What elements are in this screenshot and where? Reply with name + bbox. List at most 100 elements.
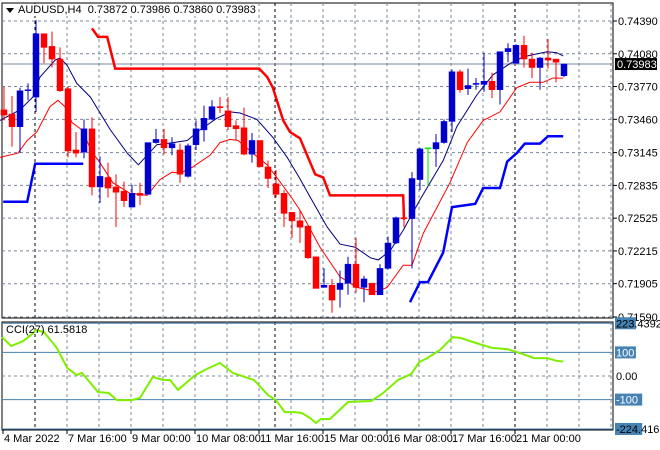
candle-body <box>304 225 312 259</box>
cci-line <box>1 328 564 425</box>
candle-body <box>120 190 128 201</box>
series-ma-lower <box>0 77 564 293</box>
time-axis-label: 4 Mar 2022 <box>4 433 60 445</box>
candle-body <box>496 51 504 90</box>
candle-body <box>104 177 112 189</box>
candle-body <box>248 140 256 155</box>
price-axis-label: 0.72215 <box>618 246 658 258</box>
time-axis-label: 10 Mar 08:00 <box>196 433 261 445</box>
candle-body <box>488 81 496 90</box>
price-axis-label: 0.73460 <box>618 114 658 126</box>
candle-body <box>416 148 424 180</box>
candle-body <box>560 63 568 77</box>
candle-body <box>152 139 160 143</box>
candle-body <box>8 113 16 127</box>
candle-body <box>256 140 264 168</box>
candle-body <box>480 81 488 85</box>
candle-body <box>320 285 328 288</box>
candle-body <box>144 142 152 195</box>
price-axis-label: 0.74390 <box>618 16 658 28</box>
candle-body <box>552 58 560 63</box>
candle-body <box>216 106 224 108</box>
time-axis-label: 9 Mar 00:00 <box>132 433 191 445</box>
dropdown-triangle-icon[interactable] <box>6 7 14 13</box>
current-price-label: 0.73983 <box>617 59 657 71</box>
candle-body <box>312 256 320 289</box>
candle-body <box>224 110 232 127</box>
candle-body <box>424 147 432 150</box>
candle-body <box>408 178 416 219</box>
candle-body <box>544 57 552 61</box>
candle-body <box>128 193 136 208</box>
time-axis-label: 21 Mar 00:00 <box>516 433 581 445</box>
candle-body <box>504 48 512 52</box>
candle-body <box>208 106 216 120</box>
candle-body <box>360 278 368 288</box>
candle-body <box>272 183 280 195</box>
ohlc-readout: 0.73872 0.73986 0.73860 0.73983 <box>87 4 256 16</box>
time-axis-label: 15 Mar 00:00 <box>324 433 389 445</box>
candle-body <box>392 217 400 244</box>
candle-body <box>200 118 208 131</box>
candle-body <box>48 46 56 60</box>
candle-body <box>0 109 8 116</box>
candle-body <box>240 127 248 155</box>
candle-body <box>440 121 448 143</box>
candle-body <box>80 128 88 153</box>
series-step-lower-a <box>3 162 84 204</box>
candle-body <box>400 217 408 219</box>
cci-label: CCI(27) 61.5818 <box>6 324 88 336</box>
candle-body <box>64 88 72 152</box>
candle-body <box>184 145 192 177</box>
candle-body <box>264 166 272 179</box>
candle-body <box>432 142 440 150</box>
candle-body <box>456 71 464 90</box>
candle-body <box>464 85 472 89</box>
candle-body <box>336 282 344 290</box>
candle-body <box>352 263 360 288</box>
series-step-upper <box>90 27 406 220</box>
candle-body <box>296 220 304 228</box>
time-axis-label: 11 Mar 16:00 <box>260 433 324 445</box>
symbol-label: AUDUSD,H4 <box>18 4 82 16</box>
candle-body <box>536 57 544 68</box>
candle-body <box>368 282 376 296</box>
price-axis-label: 0.71905 <box>618 279 658 291</box>
series-step-lower-b <box>408 134 564 303</box>
candle-body <box>528 58 536 68</box>
candle-body <box>376 268 384 296</box>
candle-body <box>232 125 240 130</box>
candle-body <box>192 128 200 145</box>
time-axis-label: 17 Mar 16:00 <box>452 433 517 445</box>
candle-body <box>328 285 336 301</box>
candle-body <box>160 139 168 149</box>
cci-axis-label: -224.4167 <box>616 424 660 436</box>
candle-body <box>512 45 520 64</box>
candle-body <box>88 128 96 188</box>
price-axis-label: 0.72835 <box>618 180 658 192</box>
price-axis-label: 0.73145 <box>618 148 658 160</box>
candle-body <box>520 45 528 60</box>
candle-body <box>472 83 480 85</box>
candle-body <box>288 212 296 222</box>
candle-body <box>32 33 40 98</box>
cci-axis-label: 223.4392 <box>616 318 660 330</box>
price-axis-label: 0.73770 <box>618 82 658 94</box>
candle-body <box>136 193 144 196</box>
candle-body <box>24 89 32 92</box>
cci-axis-label: 0.00 <box>616 371 637 383</box>
candle-body <box>40 33 48 48</box>
candle-body <box>448 71 456 122</box>
candle-body <box>176 149 184 175</box>
candle-body <box>168 143 176 149</box>
time-axis-label: 16 Mar 08:00 <box>388 433 453 445</box>
candle-body <box>384 242 392 269</box>
candle-body <box>16 90 24 127</box>
candle-body <box>280 193 288 214</box>
price-chart[interactable]: 0.743900.740800.737700.734600.731450.728… <box>0 0 660 450</box>
candle-body <box>96 176 104 188</box>
time-axis-label: 7 Mar 16:00 <box>68 433 127 445</box>
cci-axis-label: 100 <box>616 347 634 359</box>
price-axis-label: 0.72525 <box>618 213 658 225</box>
cci-axis-label: -100 <box>616 395 638 407</box>
